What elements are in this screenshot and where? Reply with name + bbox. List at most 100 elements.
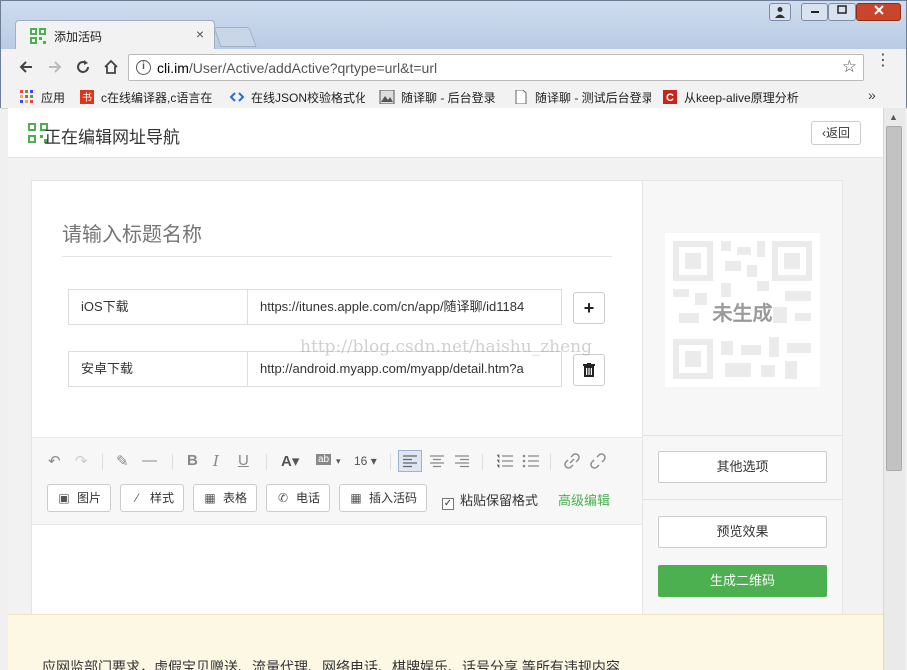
minimize-icon xyxy=(810,11,819,13)
horizontal-rule-icon[interactable]: — xyxy=(142,452,157,469)
link-label-field[interactable]: iOS下载 xyxy=(69,290,248,324)
bookmark-test-backend-login[interactable]: 随译聊 - 测试后台登录 xyxy=(513,89,651,106)
maximize-button[interactable] xyxy=(828,3,856,21)
undo-icon[interactable]: ↶ xyxy=(48,452,61,470)
align-right-icon[interactable] xyxy=(454,454,470,468)
new-tab-button[interactable] xyxy=(213,27,257,47)
svg-text:C: C xyxy=(666,92,674,104)
forward-arrow-icon[interactable] xyxy=(44,56,66,78)
maximize-icon xyxy=(837,5,847,14)
toolbar-divider xyxy=(550,454,551,470)
csdn-c-icon: C xyxy=(663,90,677,104)
bookmark-c-compiler[interactable]: 书 c在线编译器,c语言在 xyxy=(79,89,217,106)
ordered-list-icon[interactable] xyxy=(496,454,514,468)
keep-format-checkbox[interactable]: ✓ 粘贴保留格式 xyxy=(442,490,538,510)
insert-code-button[interactable]: ▦ 插入活码 xyxy=(339,484,428,512)
link-url-field[interactable]: https://itunes.apple.com/cn/app/随译聊/id11… xyxy=(248,290,561,324)
plus-icon: + xyxy=(583,298,595,318)
tab-close-icon[interactable]: × xyxy=(196,26,204,42)
checkbox-checked-icon[interactable]: ✓ xyxy=(442,498,454,510)
site-info-icon[interactable]: i xyxy=(136,60,151,75)
user-icon xyxy=(775,7,785,18)
unordered-list-icon[interactable] xyxy=(522,454,540,468)
bookmarks-overflow-icon[interactable]: » xyxy=(868,87,876,103)
minimize-button[interactable] xyxy=(801,3,828,21)
delete-row-button[interactable] xyxy=(573,354,605,386)
unlink-icon[interactable] xyxy=(590,453,606,469)
side-divider xyxy=(643,435,842,436)
bookmark-backend-login[interactable]: 随译聊 - 后台登录 xyxy=(379,89,505,106)
redo-icon[interactable]: ↷ xyxy=(75,452,88,470)
address-url[interactable]: cli.im/User/Active/addActive?qrtype=url&… xyxy=(157,60,437,76)
scroll-thumb[interactable] xyxy=(886,126,902,471)
link-row: iOS下载 https://itunes.apple.com/cn/app/随译… xyxy=(68,289,562,325)
toolbar-divider xyxy=(266,454,267,470)
page-header: 正在编辑网址导航 ‹返回 xyxy=(8,108,883,158)
browser-chrome: 添加活码 × i cli.im/User/Active/addActive?qr… xyxy=(0,0,907,109)
preview-button[interactable]: 预览效果 xyxy=(658,516,827,548)
notice-text: 应网监部门要求，虚假宝贝赠送、流量代理、网络电话、棋牌娱乐、话号分享 等所有违规… xyxy=(42,659,620,670)
generate-qr-button[interactable]: 生成二维码 xyxy=(658,565,827,597)
toolbar-divider xyxy=(482,454,483,470)
insert-phone-button[interactable]: ✆ 电话 xyxy=(266,484,331,512)
page-scrollbar[interactable]: ▲ xyxy=(883,108,905,670)
bookmark-star-icon[interactable]: ☆ xyxy=(842,57,857,77)
format-painter-icon[interactable]: ✎ xyxy=(116,452,129,470)
insert-image-button[interactable]: ▣ 图片 xyxy=(47,484,112,512)
link-label-field[interactable]: 安卓下载 xyxy=(69,352,248,386)
user-profile-button[interactable] xyxy=(769,3,791,21)
scroll-up-icon[interactable]: ▲ xyxy=(889,112,898,122)
font-size-select[interactable]: 16 ▾ xyxy=(354,454,377,468)
other-options-button[interactable]: 其他选项 xyxy=(658,451,827,483)
code-icon xyxy=(229,92,245,102)
toolbar-divider xyxy=(102,454,103,470)
bookmark-json-validator[interactable]: 在线JSON校验格式化 xyxy=(229,89,365,106)
add-row-button[interactable]: + xyxy=(573,292,605,324)
toolbar-divider xyxy=(172,454,173,470)
magic-wand-icon: ⁄ xyxy=(135,491,138,505)
align-center-icon[interactable] xyxy=(429,454,445,468)
link-url-field[interactable]: http://android.myapp.com/myapp/detail.ht… xyxy=(248,352,561,386)
back-button-label: 返回 xyxy=(825,126,850,140)
back-arrow-icon[interactable] xyxy=(15,56,37,78)
browser-menu-icon[interactable]: ⋮ xyxy=(875,53,891,69)
page-icon xyxy=(515,90,527,104)
advanced-edit-link[interactable]: 高级编辑 xyxy=(558,490,610,509)
apps-grid-icon xyxy=(20,90,33,103)
style-button[interactable]: ⁄ 样式 xyxy=(120,484,185,512)
qr-status-text: 未生成 xyxy=(712,303,773,325)
title-input[interactable] xyxy=(62,211,612,257)
bookmark-apps[interactable]: 应用 xyxy=(19,89,65,106)
web-page: 正在编辑网址导航 ‹返回 iOS下载 https://itunes.apple.… xyxy=(8,108,883,670)
side-panel: 未生成 其他选项 预览效果 生成二维码 xyxy=(642,180,843,670)
page-title: 正在编辑网址导航 xyxy=(44,128,180,147)
reload-icon[interactable] xyxy=(72,56,94,78)
address-bar[interactable]: i cli.im/User/Active/addActive?qrtype=ur… xyxy=(128,54,864,81)
editor-toolbar: ↶ ↷ ✎ — B I U A▾ ab ▾ 16 ▾ ▣ 图片 ⁄ 样式 ▦ 表… xyxy=(32,437,642,525)
close-window-button[interactable] xyxy=(856,3,901,21)
tab-title: 添加活码 xyxy=(54,30,103,44)
browser-tab[interactable]: 添加活码 × xyxy=(15,20,215,50)
bold-icon[interactable]: B xyxy=(187,452,198,469)
svg-text:书: 书 xyxy=(82,92,92,104)
toolbar-divider xyxy=(390,454,391,470)
notice-banner: 应网监部门要求，虚假宝贝赠送、流量代理、网络电话、棋牌娱乐、话号分享 等所有违规… xyxy=(8,614,883,670)
bookmark-keep-alive[interactable]: C 从keep-alive原理分析 xyxy=(662,89,802,106)
highlight-color-icon[interactable]: ab xyxy=(316,454,332,465)
align-left-icon xyxy=(403,455,417,468)
bookmarks-bar: 应用 书 c在线编译器,c语言在 在线JSON校验格式化 随译聊 - 后台登录 随… xyxy=(1,85,906,109)
back-button[interactable]: ‹返回 xyxy=(811,121,861,145)
align-left-button[interactable] xyxy=(398,450,422,472)
home-icon[interactable] xyxy=(100,56,122,78)
editor-card: iOS下载 https://itunes.apple.com/cn/app/随译… xyxy=(31,180,643,670)
underline-icon[interactable]: U xyxy=(238,452,249,469)
image-icon: ▣ xyxy=(58,491,70,505)
qr-favicon-icon xyxy=(30,28,46,44)
watermark-text: http://blog.csdn.net/haishu_zheng xyxy=(300,337,593,357)
link-icon[interactable] xyxy=(564,453,580,469)
italic-icon[interactable]: I xyxy=(213,452,219,470)
font-color-icon[interactable]: A▾ xyxy=(281,452,299,470)
insert-table-button[interactable]: ▦ 表格 xyxy=(193,484,258,512)
trash-icon xyxy=(583,363,595,377)
chevron-down-icon[interactable]: ▾ xyxy=(336,456,341,467)
